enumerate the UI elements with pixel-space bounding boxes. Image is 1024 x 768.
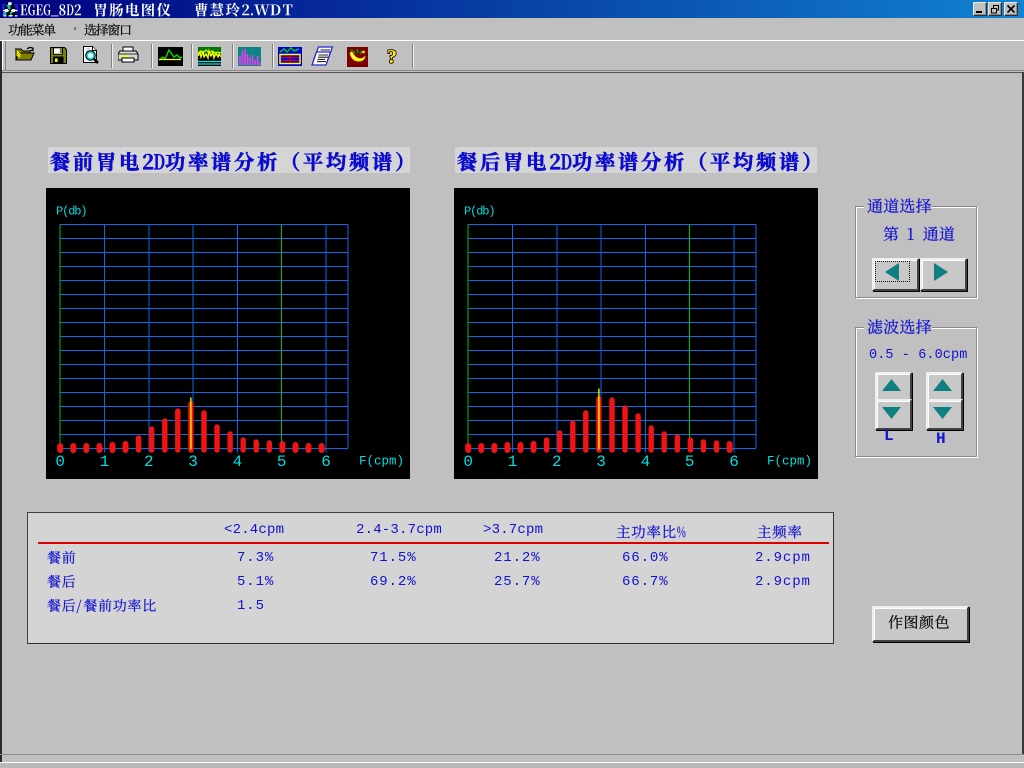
svg-text:0: 0 [463, 453, 473, 471]
svg-text:0: 0 [55, 453, 65, 471]
svg-text:2: 2 [552, 453, 562, 471]
svg-text:6: 6 [321, 453, 331, 471]
svg-text:4: 4 [233, 453, 243, 471]
svg-text:F(cpm): F(cpm) [359, 455, 404, 469]
svg-text:5: 5 [685, 453, 695, 471]
svg-text:2: 2 [144, 453, 154, 471]
svg-text:5: 5 [277, 453, 287, 471]
svg-text:F(cpm): F(cpm) [767, 455, 812, 469]
svg-text:1: 1 [100, 453, 110, 471]
svg-text:P(db): P(db) [56, 205, 87, 219]
svg-text:3: 3 [596, 453, 606, 471]
svg-text:4: 4 [641, 453, 651, 471]
svg-text:3: 3 [188, 453, 198, 471]
svg-text:P(db): P(db) [464, 205, 495, 219]
svg-text:?: ? [387, 46, 397, 68]
svg-text:6: 6 [729, 453, 739, 471]
svg-text:1: 1 [508, 453, 518, 471]
